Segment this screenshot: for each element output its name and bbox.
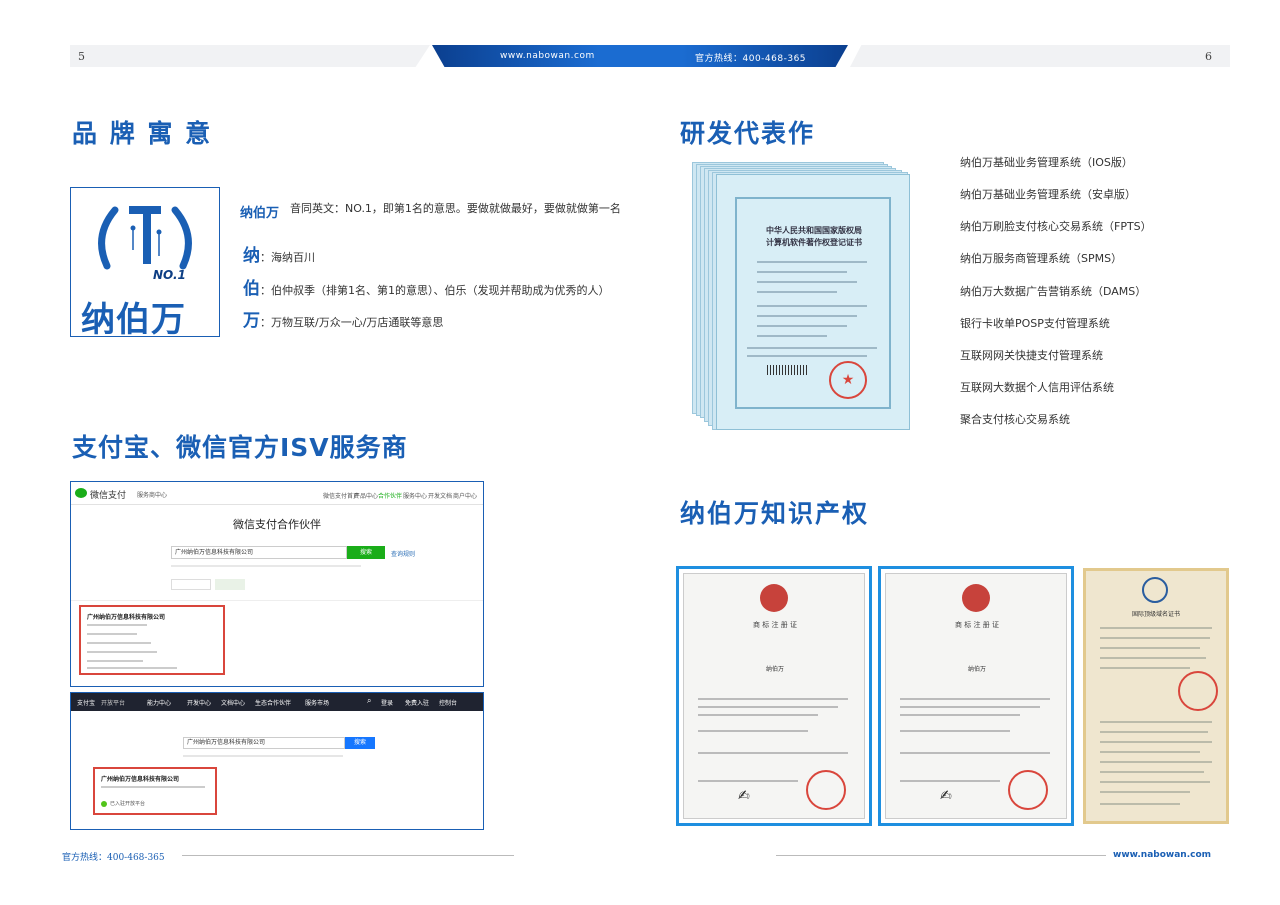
rd-list-item: 纳伯万服务商管理系统（SPMS）: [960, 252, 1123, 265]
ip-title: 纳伯万知识产权: [680, 499, 870, 528]
rd-list-item: 聚合支付核心交易系统: [960, 413, 1070, 426]
check-circle-icon: [101, 801, 107, 807]
alipay-nav-item[interactable]: 文档中心: [221, 698, 245, 707]
brand-item-key: 纳: [243, 246, 260, 266]
wechat-heading: 微信支付合作伙伴: [233, 518, 321, 531]
logo-text: 纳伯万: [81, 300, 186, 340]
signature-icon: ✍: [940, 788, 952, 804]
rd-list-item: 纳伯万刷脸支付核心交易系统（FPTS）: [960, 220, 1152, 233]
footer-divider-left: [182, 855, 514, 856]
domain-certificate: 国际顶级域名证书: [1083, 568, 1229, 824]
alipay-search-input[interactable]: 广州纳伯万信息科技有限公司: [183, 737, 345, 749]
official-seal-icon: [806, 770, 846, 810]
captcha-image: [215, 579, 245, 590]
brand-item-text: ：万物互联/万众一心/万店通联等意思: [260, 316, 444, 329]
brand-item-key: 伯: [243, 279, 260, 299]
rd-list-item: 互联网大数据个人信用评估系统: [960, 381, 1114, 394]
alipay-nav-item[interactable]: 服务市场: [305, 698, 329, 707]
brand-title: 品 牌 寓 意: [72, 119, 213, 148]
wechat-sub: 服务商中心: [137, 492, 168, 499]
footer-website[interactable]: www.nabowan.com: [1113, 850, 1211, 860]
national-emblem-icon: [760, 584, 788, 612]
rd-list-item: 互联网网关快捷支付管理系统: [960, 349, 1103, 362]
cert-title-2: 计算机软件著作权登记证书: [766, 238, 862, 247]
alipay-sub: 开放平台: [101, 700, 126, 707]
rd-title: 研发代表作: [680, 119, 816, 148]
brand-item-bo: 伯：伯仲叔季（排第1名、第1的意思）、伯乐（发现并帮助成为优秀的人）: [243, 274, 610, 299]
trademark-name: 纳伯万: [765, 666, 784, 673]
globe-icon: [1142, 577, 1168, 603]
captcha-input[interactable]: [171, 579, 211, 590]
alipay-logo[interactable]: 支付宝: [77, 698, 95, 707]
footer-divider-right: [776, 855, 1106, 856]
header-hotline: 官方热线：400-468-365: [695, 54, 807, 64]
brand-item-na: 纳：海纳百川: [243, 241, 315, 266]
national-emblem-icon: [962, 584, 990, 612]
signature-icon: ✍: [738, 788, 750, 804]
isv-title: 支付宝、微信官方ISV服务商: [72, 433, 408, 462]
alipay-result-card: 广州纳伯万信息科技有限公司 已入驻开放平台: [93, 767, 217, 815]
official-seal-icon: [1178, 671, 1218, 711]
brand-logo: NO.1 纳伯万: [70, 187, 220, 340]
alipay-register[interactable]: 免费入驻: [405, 698, 429, 707]
logo-badge: NO.1: [153, 268, 186, 282]
wechat-partner-screenshot: 微信支付 服务商中心 微信支付首页 产品中心 合作伙伴 服务中心 开发文档 商户…: [70, 481, 484, 687]
software-copyright-certificate: 中华人民共和国国家版权局 计算机软件著作权登记证书 ★: [716, 174, 910, 430]
wechat-logo: 微信支付: [90, 491, 127, 501]
wechat-nav-item[interactable]: 开发文档: [428, 491, 452, 500]
wechat-pay-icon: [75, 488, 87, 498]
alipay-console[interactable]: 控制台: [439, 698, 457, 707]
official-seal-icon: [1008, 770, 1048, 810]
wechat-help-link[interactable]: 查询规则: [391, 549, 415, 558]
trademark-heading: 商 标 注 册 证: [753, 621, 797, 629]
alipay-search-button[interactable]: 搜索: [345, 737, 375, 749]
rd-list-item: 纳伯万大数据广告营销系统（DAMS）: [960, 285, 1147, 298]
header-website[interactable]: www.nabowan.com: [500, 51, 595, 61]
wechat-search-input[interactable]: 广州纳伯万信息科技有限公司: [171, 546, 347, 559]
wechat-nav-item[interactable]: 服务中心: [403, 491, 427, 500]
trademark-certificate-2: 商 标 注 册 证 纳伯万 ✍: [878, 566, 1074, 826]
wechat-nav-item[interactable]: 商户中心: [453, 491, 477, 500]
brand-item-text: ：海纳百川: [260, 251, 315, 264]
brand-item-key: 万: [243, 311, 260, 331]
header-bar-left: [70, 45, 430, 67]
alipay-partner-screenshot: 支付宝 开放平台 能力中心 开发中心 文档中心 生态合作伙伴 服务市场 ⌕ 登录…: [70, 692, 484, 830]
rd-list-item: 纳伯万基础业务管理系统（安卓版）: [960, 188, 1136, 201]
footer-hotline: 官方热线：400-468-365: [62, 853, 165, 863]
rd-list-item: 银行卡收单POSP支付管理系统: [960, 317, 1110, 330]
trademark-certificate-1: 商 标 注 册 证 纳伯万 ✍: [676, 566, 872, 826]
alipay-nav-item[interactable]: 生态合作伙伴: [255, 698, 291, 707]
wechat-company-name: 广州纳伯万信息科技有限公司: [87, 614, 166, 621]
header-bar-right: [850, 45, 1230, 67]
alipay-login[interactable]: 登录: [381, 698, 393, 707]
alipay-nav-item[interactable]: 开发中心: [187, 698, 211, 707]
trademark-heading: 商 标 注 册 证: [955, 621, 999, 629]
wechat-result-card: 广州纳伯万信息科技有限公司: [79, 605, 225, 675]
wechat-nav-item[interactable]: 合作伙伴: [378, 491, 402, 500]
alipay-status: 已入驻开放平台: [110, 801, 146, 807]
page-number-right: 6: [1205, 50, 1212, 63]
brand-intro: 音同英文：NO.1，即第1名的意思。要做就做最好，要做就做第一名: [290, 202, 621, 215]
brand-item-wan: 万：万物互联/万众一心/万店通联等意思: [243, 306, 443, 331]
official-seal-icon: ★: [829, 361, 867, 399]
barcode-icon: [767, 365, 807, 375]
search-icon[interactable]: ⌕: [367, 696, 371, 706]
rd-list-item: 纳伯万基础业务管理系统（IOS版）: [960, 156, 1133, 169]
alipay-nav-item[interactable]: 能力中心: [147, 698, 171, 707]
cert-title-1: 中华人民共和国国家版权局: [766, 226, 862, 235]
domain-heading: 国际顶级域名证书: [1131, 611, 1180, 618]
wechat-search-button[interactable]: 搜索: [347, 546, 385, 559]
alipay-company-name: 广州纳伯万信息科技有限公司: [101, 776, 180, 783]
brand-item-text: ：伯仲叔季（排第1名、第1的意思）、伯乐（发现并帮助成为优秀的人）: [260, 284, 610, 297]
brand-name-mark: 纳伯万: [240, 206, 280, 221]
wechat-nav-item[interactable]: 产品中心: [354, 491, 378, 500]
page-number-left: 5: [78, 50, 85, 63]
trademark-name: 纳伯万: [967, 666, 986, 673]
